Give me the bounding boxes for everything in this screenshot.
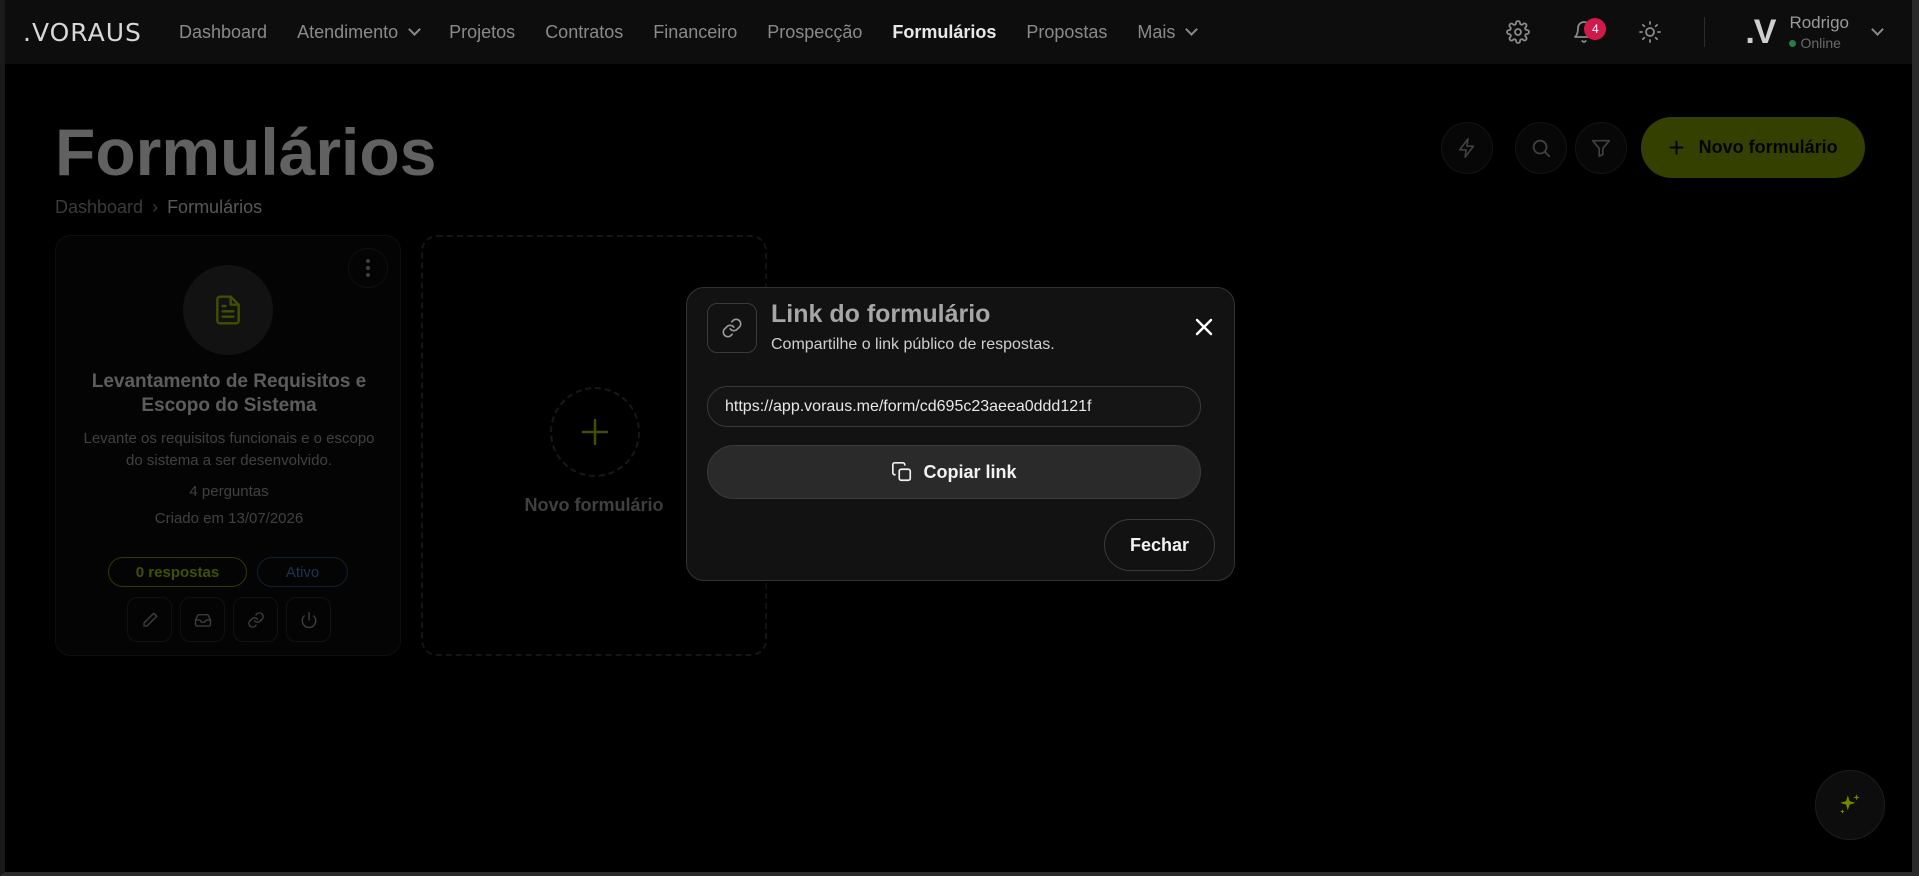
nav-item-label: Formulários xyxy=(892,21,997,42)
form-link-input[interactable] xyxy=(707,386,1201,427)
nav-item-label: Financeiro xyxy=(653,21,738,42)
gear-icon xyxy=(1506,20,1531,44)
user-name: Rodrigo xyxy=(1789,13,1849,32)
link-icon xyxy=(247,611,264,628)
status-badge: Ativo xyxy=(257,557,348,587)
form-card[interactable]: Levantamento de Requisitos e Escopo do S… xyxy=(55,235,401,656)
nav-item-propostas[interactable]: Propostas xyxy=(1026,22,1107,43)
search-icon xyxy=(1532,139,1551,158)
responses-button[interactable] xyxy=(180,597,225,642)
settings-button[interactable] xyxy=(1498,12,1538,52)
nav-item-contratos[interactable]: Contratos xyxy=(545,22,623,43)
breadcrumb-home[interactable]: Dashboard xyxy=(55,197,143,218)
app-logo[interactable]: .VORAUS xyxy=(23,18,161,47)
modal-close-button[interactable] xyxy=(1188,311,1220,343)
toggle-active-button[interactable] xyxy=(286,597,331,642)
user-status-label: Online xyxy=(1800,35,1841,51)
top-nav: .VORAUS Dashboard Atendimento Projetos C… xyxy=(5,0,1912,64)
user-status: Online xyxy=(1789,36,1849,50)
edit-button[interactable] xyxy=(127,597,172,642)
card-created-date: Criado em 13/07/2026 xyxy=(154,510,304,527)
plus-icon xyxy=(581,418,609,446)
nav-item-label: Mais xyxy=(1137,21,1176,42)
pencil-icon xyxy=(142,612,157,627)
breadcrumb-separator: › xyxy=(152,197,159,217)
close-modal-button[interactable]: Fechar xyxy=(1104,519,1215,571)
notification-badge: 4 xyxy=(1584,18,1607,40)
close-icon xyxy=(1195,318,1213,336)
sparkle-icon xyxy=(1840,794,1860,814)
quick-actions-button[interactable] xyxy=(1441,122,1493,174)
inbox-icon xyxy=(194,613,211,627)
nav-item-label: Projetos xyxy=(449,21,516,42)
nav-item-dashboard[interactable]: Dashboard xyxy=(179,22,267,43)
online-dot-icon xyxy=(1789,39,1797,47)
avatar[interactable]: .V xyxy=(1745,13,1776,52)
nav-item-label: Propostas xyxy=(1026,21,1108,42)
divider xyxy=(1704,17,1706,47)
modal-icon xyxy=(707,303,757,353)
chevron-down-icon xyxy=(408,23,422,36)
filter-icon xyxy=(1591,139,1611,158)
new-form-button[interactable]: + Novo formulário xyxy=(1641,117,1865,178)
nav-item-financeiro[interactable]: Financeiro xyxy=(653,22,737,43)
share-link-modal: Link do formulário Compartilhe o link pú… xyxy=(686,287,1235,581)
ai-assistant-button[interactable] xyxy=(1815,770,1885,840)
modal-subtitle: Compartilhe o link público de respostas. xyxy=(771,336,1055,353)
link-icon xyxy=(722,318,742,338)
plus-icon: + xyxy=(1668,131,1685,163)
page-title: Formulários xyxy=(55,115,437,189)
filter-button[interactable] xyxy=(1575,122,1627,174)
theme-toggle-button[interactable] xyxy=(1630,12,1670,52)
notifications-button[interactable]: 4 xyxy=(1564,12,1607,52)
nav-item-label: Contratos xyxy=(545,21,624,42)
nav-item-projetos[interactable]: Projetos xyxy=(449,22,515,43)
new-form-circle xyxy=(550,387,640,477)
lightning-icon xyxy=(1458,138,1475,158)
nav-item-formularios[interactable]: Formulários xyxy=(892,22,996,43)
document-icon xyxy=(216,295,240,325)
user-info[interactable]: Rodrigo Online xyxy=(1789,14,1849,50)
nav-item-mais[interactable]: Mais xyxy=(1137,21,1199,43)
card-icon xyxy=(183,265,273,355)
nav-item-prospeccao[interactable]: Prospecção xyxy=(767,22,862,43)
nav-item-label: Prospecção xyxy=(767,21,863,42)
card-title: Levantamento de Requisitos e Escopo do S… xyxy=(91,371,367,416)
new-form-button-label: Novo formulário xyxy=(1698,137,1838,157)
responses-badge[interactable]: 0 respostas xyxy=(108,557,247,587)
modal-title: Link do formulário xyxy=(771,300,991,328)
more-vertical-icon xyxy=(366,259,370,277)
sun-icon xyxy=(1639,21,1662,43)
chevron-down-icon[interactable] xyxy=(1871,23,1884,36)
share-link-button[interactable] xyxy=(233,597,278,642)
copy-link-button[interactable]: Copiar link xyxy=(707,445,1201,499)
search-button[interactable] xyxy=(1515,122,1567,174)
copy-icon xyxy=(892,462,912,482)
breadcrumb-current: Formulários xyxy=(167,197,263,217)
card-menu-button[interactable] xyxy=(348,248,388,288)
nav-item-atendimento[interactable]: Atendimento xyxy=(297,21,422,43)
copy-link-label: Copiar link xyxy=(923,461,1017,482)
chevron-down-icon xyxy=(1185,23,1199,36)
card-description: Levante os requisitos funcionais e o esc… xyxy=(83,430,375,469)
breadcrumb: Dashboard › Formulários xyxy=(55,197,262,218)
nav-item-label: Dashboard xyxy=(179,21,268,42)
card-questions: 4 perguntas xyxy=(189,483,269,500)
power-icon xyxy=(301,611,316,628)
nav-actions: 4 .V Rodrigo Online xyxy=(1472,0,1912,64)
nav-menu: Dashboard Atendimento Projetos Contratos… xyxy=(179,22,1226,43)
nav-item-label: Atendimento xyxy=(297,21,399,42)
